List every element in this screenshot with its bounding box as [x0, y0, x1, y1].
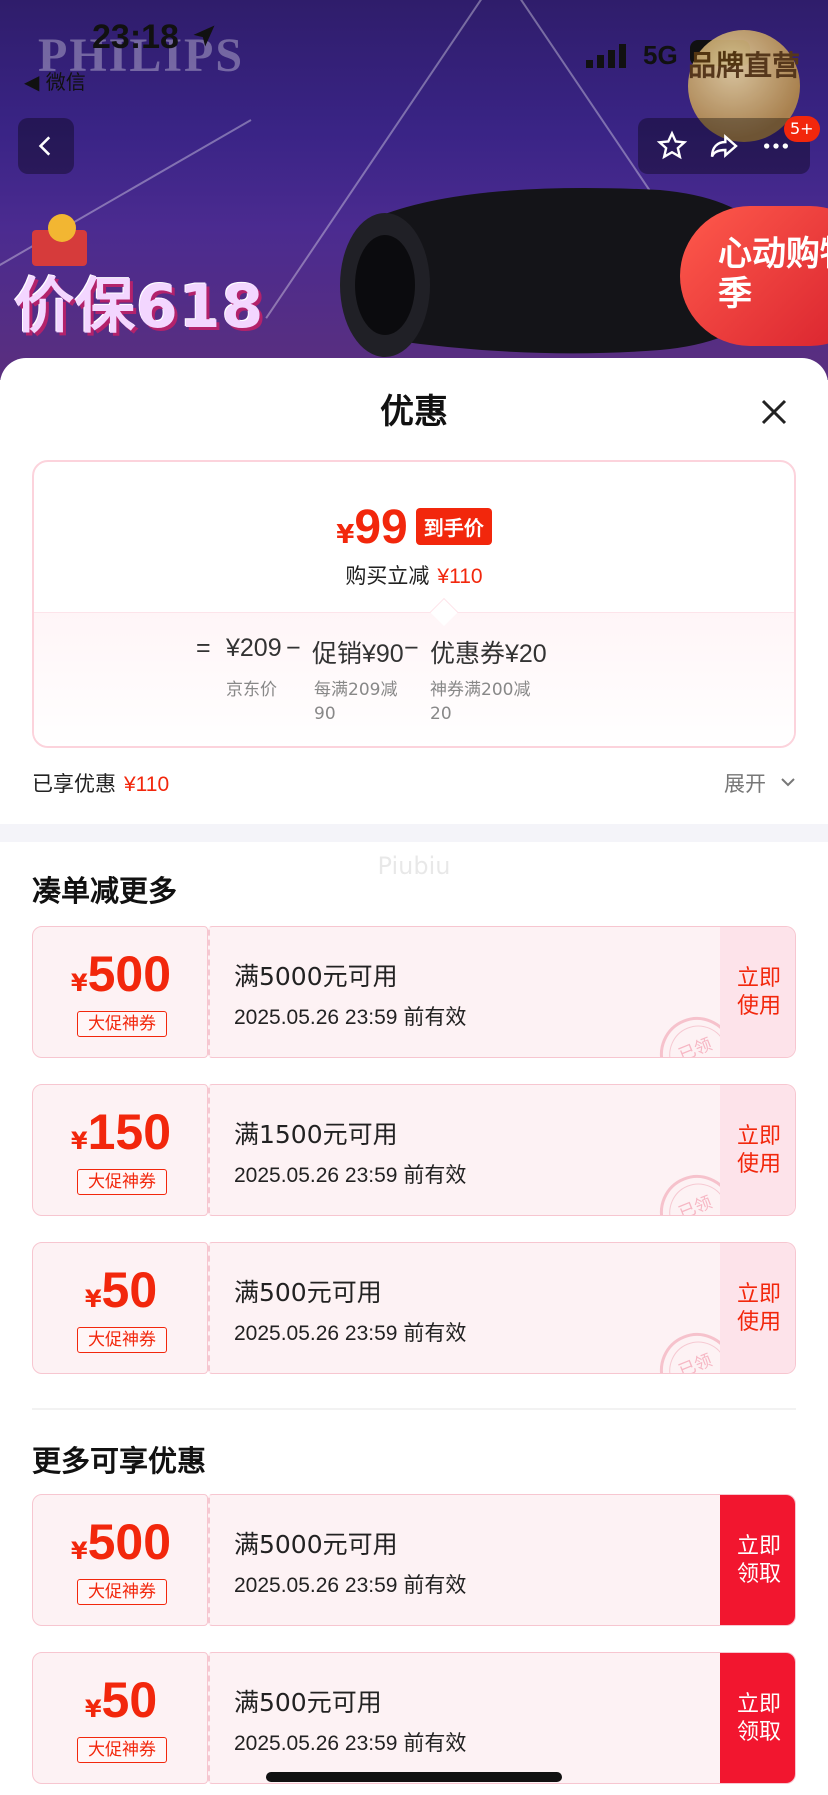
final-price: ¥99 到手价: [34, 500, 794, 555]
share-icon[interactable]: [708, 130, 740, 162]
coupon-info: 满500元可用 2025.05.26 23:59 前有效 立即 领取: [208, 1652, 796, 1784]
save-amount: ¥110: [437, 565, 483, 588]
enjoyed-label: 已享优惠: [32, 772, 116, 796]
enjoyed-discount: 已享优惠 ¥110: [32, 768, 169, 798]
promo-campaign-badge: 心动购物季: [680, 206, 828, 346]
sheet-title: 优惠: [380, 392, 448, 432]
use-now-button[interactable]: 立即 使用: [720, 927, 795, 1057]
coupon-amount-area: ¥150 大促神券: [32, 1084, 208, 1216]
coupon-card: ¥50 大促神券 满500元可用 2025.05.26 23:59 前有效 已领…: [32, 1242, 796, 1374]
back-button[interactable]: [18, 118, 74, 174]
jd-price-label: 京东价: [226, 680, 277, 700]
coupon-amount: ¥500: [70, 1514, 172, 1570]
section-title-more-orders: 凑单减更多: [32, 874, 178, 908]
expand-button[interactable]: 展开: [724, 768, 766, 798]
coupon-amount: ¥50: [84, 1672, 158, 1728]
coupon-type-label: 大促神券: [77, 1579, 167, 1605]
calc-op: −: [404, 634, 419, 662]
coupon-date-suffix: 前有效: [403, 1573, 467, 1597]
coupon-condition: 满5000元可用: [234, 962, 398, 991]
coupon-type-label: 大促神券: [77, 1011, 167, 1037]
coupon-card: ¥50 大促神券 满500元可用 2025.05.26 23:59 前有效 立即…: [32, 1652, 796, 1784]
calc-op: −: [286, 634, 301, 662]
star-icon[interactable]: [656, 130, 688, 162]
promo-rule: 每满209减 90: [314, 680, 398, 724]
coupon-amount: ¥50: [84, 1262, 158, 1318]
coupon-amount: ¥500: [70, 946, 172, 1002]
coupon-type-label: 大促神券: [77, 1169, 167, 1195]
coupon-date: 2025.05.26 23:59: [234, 1006, 398, 1029]
coupon-amount-area: ¥500 大促神券: [32, 926, 208, 1058]
coupon-amount-area: ¥50 大促神券: [32, 1242, 208, 1374]
home-indicator[interactable]: [266, 1772, 562, 1782]
claim-now-button[interactable]: 立即 领取: [720, 1495, 795, 1625]
coupon-amount-area: ¥50 大促神券: [32, 1652, 208, 1784]
chevron-down-icon[interactable]: [778, 772, 798, 792]
coupon-amount-area: ¥500 大促神券: [32, 1494, 208, 1626]
coupon-condition: 满1500元可用: [234, 1120, 398, 1149]
section-divider: [32, 1408, 796, 1410]
coupon-card: ¥500 大促神券 满5000元可用 2025.05.26 23:59 前有效 …: [32, 1494, 796, 1626]
coupon-card: ¥150 大促神券 满1500元可用 2025.05.26 23:59 前有效 …: [32, 1084, 796, 1216]
final-price-value: 99: [354, 501, 408, 554]
close-icon[interactable]: [750, 388, 798, 436]
coupon-info: 满5000元可用 2025.05.26 23:59 前有效 立即 领取: [208, 1494, 796, 1626]
coupon-amount-value: 50: [101, 1262, 158, 1318]
coupon-date: 2025.05.26 23:59: [234, 1164, 398, 1187]
coupon-validity: 2025.05.26 23:59 前有效: [234, 1317, 466, 1347]
location-arrow-icon: [193, 25, 215, 47]
coupon-amount-value: 150: [87, 1104, 172, 1160]
section-divider: [0, 824, 828, 842]
use-now-button[interactable]: 立即 使用: [720, 1085, 795, 1215]
save-line: 购买立减 ¥110: [34, 560, 794, 590]
final-price-tag: 到手价: [415, 508, 492, 545]
use-now-button[interactable]: 立即 使用: [720, 1243, 795, 1373]
coupon-validity: 2025.05.26 23:59 前有效: [234, 1001, 466, 1031]
coupon-rule: 神券满200减 20: [430, 680, 531, 724]
coupon-amount-value: 500: [87, 946, 172, 1002]
status-time: 23:18: [92, 18, 179, 56]
enjoyed-amount: ¥110: [124, 773, 170, 796]
save-label: 购买立减: [345, 564, 430, 588]
coupon-info: 满1500元可用 2025.05.26 23:59 前有效 已领 立即 使用: [208, 1084, 796, 1216]
coupon-value: 优惠券¥20: [430, 640, 547, 668]
claim-now-button[interactable]: 立即 领取: [720, 1653, 795, 1783]
coupon-amount-value: 500: [87, 1514, 172, 1570]
coupon-type-label: 大促神券: [77, 1327, 167, 1353]
section-title-more-offers: 更多可享优惠: [32, 1444, 207, 1478]
jd-price-value: ¥209: [226, 634, 282, 662]
currency-symbol: ¥: [336, 520, 355, 550]
coupon-card: ¥500 大促神券 满5000元可用 2025.05.26 23:59 前有效 …: [32, 926, 796, 1058]
coupon-date: 2025.05.26 23:59: [234, 1322, 398, 1345]
message-count-badge: 5+: [784, 116, 820, 142]
coupon-condition: 满5000元可用: [234, 1530, 398, 1559]
signal-icon: [586, 44, 626, 68]
coupon-condition: 满500元可用: [234, 1278, 382, 1307]
coupon-condition: 满500元可用: [234, 1688, 382, 1717]
coupon-validity: 2025.05.26 23:59 前有效: [234, 1727, 466, 1757]
product-banner: PHILIPS 23:18 ◀ 微信 5G 品牌直营 5+ 价保618 心动购物…: [0, 0, 828, 380]
network-type: 5G: [643, 40, 678, 70]
coupon-date-suffix: 前有效: [403, 1731, 467, 1755]
coupon-type-label: 大促神券: [77, 1737, 167, 1763]
price-summary-card: ¥99 到手价 购买立减 ¥110 = ¥209 京东价 − 促销¥90 每满209…: [32, 460, 796, 748]
price-breakdown: [34, 612, 794, 746]
discount-sheet: 优惠 ¥99 到手价 购买立减 ¥110 = ¥209 京东价 − 促销¥90 每满…: [0, 358, 828, 1795]
coupon-validity: 2025.05.26 23:59 前有效: [234, 1569, 466, 1599]
coupon-validity: 2025.05.26 23:59 前有效: [234, 1159, 466, 1189]
coupon-date-suffix: 前有效: [403, 1005, 467, 1029]
price-protect-logo: 价保618: [14, 272, 265, 342]
coupon-date-suffix: 前有效: [403, 1163, 467, 1187]
chevron-left-icon: [38, 136, 51, 156]
coupon-date: 2025.05.26 23:59: [234, 1574, 398, 1597]
coupon-info: 满5000元可用 2025.05.26 23:59 前有效 已领 立即 使用: [208, 926, 796, 1058]
coupon-date: 2025.05.26 23:59: [234, 1732, 398, 1755]
calc-op: =: [196, 634, 211, 662]
coupon-info: 满500元可用 2025.05.26 23:59 前有效 已领 立即 使用: [208, 1242, 796, 1374]
coupon-amount: ¥150: [70, 1104, 172, 1160]
coupon-date-suffix: 前有效: [403, 1321, 467, 1345]
back-to-app-link[interactable]: ◀ 微信: [24, 66, 86, 95]
promo-value: 促销¥90: [312, 640, 404, 668]
coupon-amount-value: 50: [101, 1672, 158, 1728]
